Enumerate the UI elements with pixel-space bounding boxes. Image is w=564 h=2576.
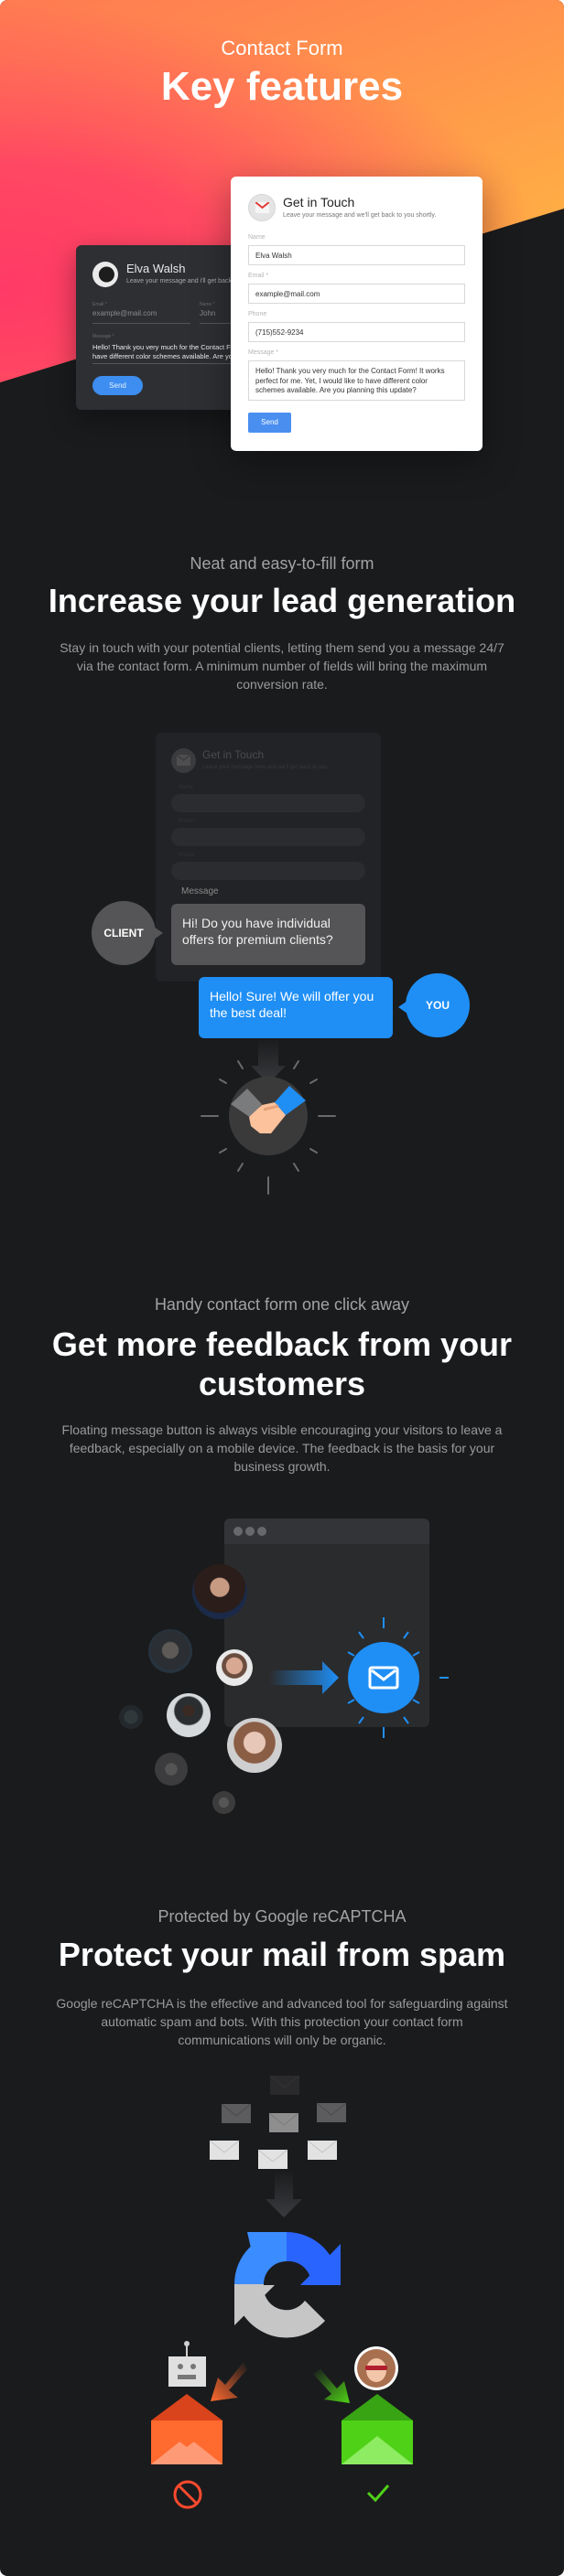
form-subtitle: Leave your message and we'll get back to… bbox=[283, 212, 437, 219]
mail-icon bbox=[177, 755, 190, 766]
customer-avatar bbox=[167, 1693, 211, 1737]
email-label: Email * bbox=[179, 819, 197, 824]
feedback-section-description: Floating message button is always visibl… bbox=[61, 1422, 503, 1474]
envelope-icon bbox=[307, 2140, 338, 2160]
email-field[interactable]: example@mail.com bbox=[92, 309, 157, 317]
right-arrow-icon bbox=[269, 1661, 339, 1694]
phone-label: Phone bbox=[179, 853, 195, 858]
robot-icon bbox=[168, 2356, 206, 2387]
envelope-icon bbox=[316, 2102, 347, 2122]
you-message-bubble: Hello! Sure! We will offer you the best … bbox=[199, 977, 393, 1038]
recaptcha-filter-illustration bbox=[209, 2075, 347, 2338]
floating-message-button[interactable] bbox=[348, 1642, 419, 1713]
envelope-icon bbox=[257, 2149, 288, 2169]
handshake-illustration bbox=[201, 1038, 336, 1195]
window-dot bbox=[233, 1527, 243, 1536]
mail-icon bbox=[255, 202, 269, 213]
spam-section-description: Google reCAPTCHA is the effective and ad… bbox=[56, 1996, 508, 2047]
clean-arrow-icon bbox=[313, 2369, 350, 2403]
name-label: Name * bbox=[200, 302, 215, 307]
message-label: Message bbox=[181, 886, 219, 896]
mail-badge bbox=[248, 194, 276, 221]
feedback-section-title: Get more feedback from your customers bbox=[0, 1325, 564, 1403]
customer-avatar bbox=[119, 1705, 143, 1729]
you-badge: YOU bbox=[398, 973, 470, 1037]
light-contact-form: Get in Touch Leave your message and we'l… bbox=[231, 177, 483, 451]
spam-envelope-icon bbox=[151, 2341, 222, 2464]
envelope-icon bbox=[269, 2075, 300, 2095]
client-message-bubble: Hi! Do you have individual offers for pr… bbox=[171, 904, 365, 965]
message-label: Message * bbox=[92, 334, 114, 339]
message-underline bbox=[92, 363, 250, 364]
avatar bbox=[92, 262, 118, 287]
customer-avatar bbox=[192, 1564, 247, 1619]
name-label: Name bbox=[248, 234, 266, 241]
envelope-icon bbox=[268, 2112, 299, 2132]
window-dot bbox=[257, 1527, 266, 1536]
spam-envelopes bbox=[209, 2075, 347, 2169]
page: Contact Form Key features Elva Walsh Lea… bbox=[0, 0, 564, 2576]
client-badge: CLIENT bbox=[92, 901, 163, 965]
hero-subtitle: Contact Form bbox=[221, 37, 343, 59]
floating-button-illustration bbox=[269, 1617, 449, 1738]
title-line: Get more feedback from your bbox=[51, 1326, 513, 1363]
envelope-icon bbox=[209, 2140, 240, 2160]
message-field[interactable]: Hello! Thank you very much for the Conta… bbox=[248, 360, 465, 401]
customer-avatar bbox=[148, 1629, 192, 1673]
recaptcha-logo bbox=[233, 2232, 341, 2338]
browser-titlebar bbox=[224, 1519, 429, 1544]
message-field[interactable]: Hello! Thank you very much for the Conta… bbox=[92, 343, 250, 361]
lead-section-description: Stay in touch with your potential client… bbox=[60, 640, 504, 692]
approved-envelope-icon bbox=[342, 2346, 413, 2464]
form-owner-name: Elva Walsh bbox=[126, 262, 186, 275]
dark-contact-form: Elva Walsh Leave your message and i'll g… bbox=[76, 245, 250, 410]
customer-avatar bbox=[155, 1753, 188, 1786]
send-button[interactable]: Send bbox=[92, 376, 143, 395]
name-field[interactable]: Elva Walsh bbox=[248, 245, 465, 265]
down-arrow-icon bbox=[266, 2170, 302, 2217]
message-label: Message * bbox=[248, 349, 279, 356]
phone-label: Phone bbox=[248, 311, 267, 317]
spam-section-title: Protect your mail from spam bbox=[58, 1936, 506, 1973]
envelope-icon bbox=[221, 2103, 252, 2123]
feedback-section-subtitle: Handy contact form one click away bbox=[154, 1295, 410, 1314]
form-title: Get in Touch bbox=[283, 195, 355, 209]
phone-field[interactable] bbox=[171, 862, 365, 880]
hero-title: Key features bbox=[160, 64, 404, 109]
spam-section-subtitle: Protected by Google reCAPTCHA bbox=[157, 1907, 407, 1926]
email-underline bbox=[92, 323, 190, 324]
send-button[interactable]: Send bbox=[248, 413, 291, 433]
spam-arrow-icon bbox=[211, 2362, 247, 2401]
message-line: Hello! Thank you very much for the Conta… bbox=[92, 343, 250, 351]
form-title: Get in Touch bbox=[202, 748, 265, 761]
window-dot bbox=[245, 1527, 255, 1536]
mail-badge bbox=[171, 748, 196, 773]
phone-field[interactable]: (715)552-9234 bbox=[248, 322, 465, 342]
customer-avatar bbox=[212, 1791, 235, 1814]
message-line: have different color schemes available. … bbox=[92, 352, 250, 360]
title-line: customers bbox=[198, 1365, 366, 1402]
name-label: Name bbox=[179, 785, 194, 790]
email-field[interactable] bbox=[171, 828, 365, 846]
email-label: Email * bbox=[92, 302, 107, 307]
customer-avatar bbox=[216, 1649, 253, 1686]
lead-section-title: Increase your lead generation bbox=[48, 582, 516, 619]
name-field[interactable]: John bbox=[200, 309, 215, 317]
no-entry-icon bbox=[173, 2480, 202, 2509]
spam-result-illustration bbox=[151, 2341, 413, 2509]
email-label: Email * bbox=[248, 273, 269, 279]
form-subtitle: Leave your message here and we'll get ba… bbox=[202, 765, 328, 770]
name-field[interactable] bbox=[171, 794, 365, 812]
email-field[interactable]: example@mail.com bbox=[248, 284, 465, 304]
checkmark-icon bbox=[366, 2485, 390, 2503]
lead-section-subtitle: Neat and easy-to-fill form bbox=[190, 554, 374, 573]
